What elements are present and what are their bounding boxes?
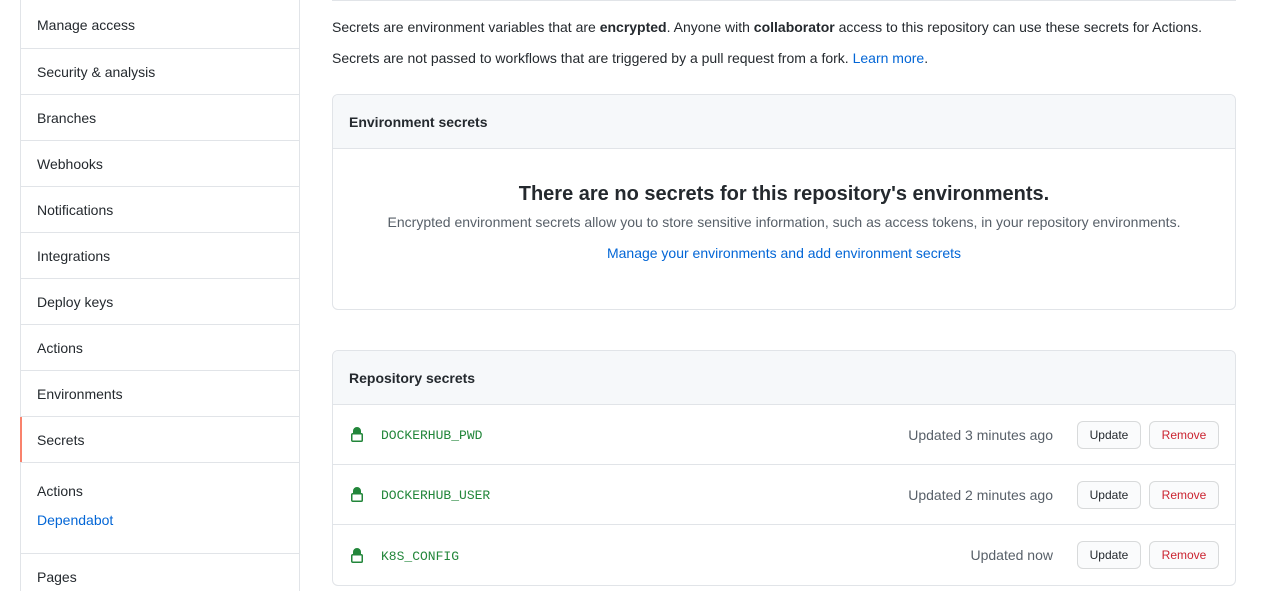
secret-updated-time: Updated 2 minutes ago bbox=[908, 486, 1053, 503]
environment-secrets-title: Environment secrets bbox=[333, 95, 1235, 149]
fork-notice-period: . bbox=[924, 50, 929, 66]
intro-text: access to this repository can use these … bbox=[834, 19, 1202, 35]
sidebar-item-manage-access[interactable]: Manage access bbox=[21, 0, 299, 49]
sidebar-item-deploy-keys[interactable]: Deploy keys bbox=[21, 279, 299, 325]
environment-secrets-blankslate: There are no secrets for this repository… bbox=[333, 182, 1235, 262]
sidebar-item-environments[interactable]: Environments bbox=[21, 371, 299, 417]
sidebar-item-label: Notifications bbox=[37, 201, 114, 218]
sidebar-item-label: Webhooks bbox=[37, 155, 103, 172]
intro-bold-encrypted: encrypted bbox=[599, 19, 667, 35]
secret-row: DOCKERHUB_USER Updated 2 minutes ago Upd… bbox=[333, 465, 1235, 525]
sidebar-item-label: Manage access bbox=[37, 16, 136, 33]
secret-row: DOCKERHUB_PWD Updated 3 minutes ago Upda… bbox=[333, 405, 1235, 465]
learn-more-link[interactable]: Learn more bbox=[853, 50, 925, 66]
sidebar-item-label: Secrets bbox=[37, 431, 85, 448]
lock-icon bbox=[351, 427, 363, 442]
repository-secrets-box: Repository secrets DOCKERHUB_PWD Updated… bbox=[332, 350, 1236, 586]
remove-secret-button[interactable]: Remove bbox=[1149, 480, 1219, 509]
environment-secrets-box: Environment secrets There are no secrets… bbox=[332, 94, 1236, 310]
sidebar-item-integrations[interactable]: Integrations bbox=[21, 233, 299, 279]
secret-name: DOCKERHUB_USER bbox=[381, 488, 491, 503]
sidebar-item-label: Deploy keys bbox=[37, 293, 114, 310]
blankslate-description: Encrypted environment secrets allow you … bbox=[387, 214, 1181, 230]
update-secret-button[interactable]: Update bbox=[1077, 420, 1141, 449]
intro-text: . Anyone with bbox=[666, 19, 754, 35]
repository-secrets-title: Repository secrets bbox=[333, 351, 1235, 405]
divider bbox=[332, 0, 1236, 1]
sidebar-item-label: Environments bbox=[37, 385, 123, 402]
sidebar-subitem-actions[interactable]: Actions bbox=[37, 483, 283, 500]
secret-updated-time: Updated now bbox=[970, 547, 1053, 563]
sidebar-item-label: Actions bbox=[37, 339, 83, 356]
sidebar-item-label: Pages bbox=[37, 569, 77, 585]
sidebar-item-security-analysis[interactable]: Security & analysis bbox=[21, 49, 299, 95]
update-secret-button[interactable]: Update bbox=[1077, 480, 1141, 509]
sidebar-item-secrets[interactable]: Secrets bbox=[20, 417, 299, 463]
fork-notice-text: Secrets are not passed to workflows that… bbox=[332, 50, 853, 66]
sidebar-item-webhooks[interactable]: Webhooks bbox=[21, 141, 299, 187]
sidebar-secrets-subnav: Actions Dependabot bbox=[21, 463, 299, 554]
sidebar-item-branches[interactable]: Branches bbox=[21, 95, 299, 141]
settings-sidebar: Manage access Security & analysis Branch… bbox=[20, 0, 300, 591]
sidebar-item-pages[interactable]: Pages bbox=[21, 554, 299, 591]
lock-icon bbox=[351, 547, 363, 563]
secret-row: K8S_CONFIG Updated now Update Remove bbox=[333, 525, 1235, 585]
remove-secret-button[interactable]: Remove bbox=[1149, 420, 1219, 449]
remove-secret-button[interactable]: Remove bbox=[1149, 541, 1219, 569]
lock-icon bbox=[351, 487, 363, 502]
sidebar-subitem-dependabot[interactable]: Dependabot bbox=[37, 512, 113, 529]
secret-name: K8S_CONFIG bbox=[381, 548, 460, 564]
update-secret-button[interactable]: Update bbox=[1077, 541, 1141, 569]
intro-text: Secrets are environment variables that a… bbox=[332, 19, 600, 35]
manage-environments-link[interactable]: Manage your environments and add environ… bbox=[607, 244, 961, 262]
sidebar-item-label: Branches bbox=[37, 109, 97, 126]
fork-notice: Secrets are not passed to workflows that… bbox=[332, 49, 1236, 67]
sidebar-item-label: Integrations bbox=[37, 247, 111, 264]
secrets-description: Secrets are environment variables that a… bbox=[332, 18, 1236, 36]
sidebar-item-actions[interactable]: Actions bbox=[21, 325, 299, 371]
sidebar-item-notifications[interactable]: Notifications bbox=[21, 187, 299, 233]
secret-name: DOCKERHUB_PWD bbox=[381, 428, 483, 443]
blankslate-heading: There are no secrets for this repository… bbox=[518, 183, 1050, 205]
intro-bold-collaborator: collaborator bbox=[753, 19, 835, 35]
secret-updated-time: Updated 3 minutes ago bbox=[908, 426, 1053, 443]
sidebar-item-label: Security & analysis bbox=[37, 63, 156, 80]
